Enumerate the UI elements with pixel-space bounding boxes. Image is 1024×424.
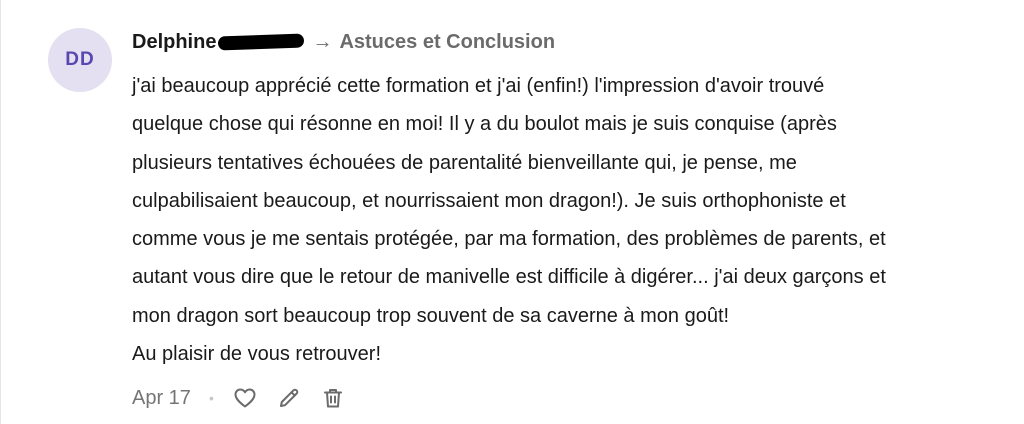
comment-line: Au plaisir de vous retrouver! bbox=[132, 343, 382, 366]
delete-button[interactable] bbox=[316, 381, 350, 415]
redacted-surname bbox=[218, 33, 305, 51]
avatar-initials: DD bbox=[65, 49, 95, 70]
comment-card: DD Delphine → Astuces et Conclusion j'ai… bbox=[0, 0, 1024, 424]
comment-line: quelque chose qui résonne en moi! Il y a… bbox=[132, 113, 837, 136]
trash-icon bbox=[323, 389, 342, 408]
comment-header: Delphine → Astuces et Conclusion bbox=[132, 27, 555, 57]
comment-line: mon dragon sort beaucoup trop souvent de… bbox=[132, 304, 730, 327]
comment-footer: Apr 17 • bbox=[132, 380, 360, 416]
comment-line: plusieurs tentatives échouées de parenta… bbox=[132, 151, 797, 174]
separator-dot: • bbox=[208, 390, 214, 406]
comment-date[interactable]: Apr 17 bbox=[132, 387, 191, 410]
edit-button[interactable] bbox=[272, 381, 306, 415]
comment-line: j'ai beaucoup apprécié cette formation e… bbox=[132, 75, 825, 97]
comment-line: culpabilisaient beaucoup, et nourrissaie… bbox=[132, 189, 846, 212]
like-button[interactable] bbox=[228, 381, 262, 415]
comment-line: autant vous dire que le retour de manive… bbox=[132, 266, 886, 289]
arrow-icon: → bbox=[312, 30, 333, 53]
heart-icon bbox=[234, 388, 256, 408]
comment-line: comme vous je me sentais protégée, par m… bbox=[132, 228, 886, 251]
avatar[interactable]: DD bbox=[48, 28, 112, 92]
topic-link[interactable]: Astuces et Conclusion bbox=[339, 31, 555, 54]
pencil-icon bbox=[279, 388, 299, 407]
author-name[interactable]: Delphine bbox=[132, 31, 216, 54]
comment-body: j'ai beaucoup apprécié cette formation e… bbox=[132, 67, 1022, 373]
